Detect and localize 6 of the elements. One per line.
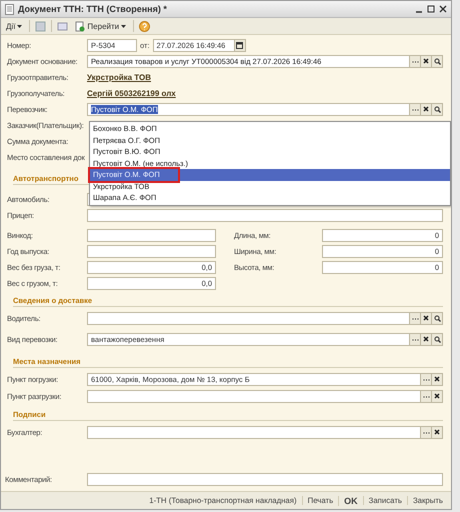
goto-menu[interactable]: Перейти: [73, 20, 128, 32]
party-link[interactable]: Укрстройка ТОВ: [87, 72, 151, 82]
window-title: Документ ТТН: ТТН (Створення) *: [18, 4, 168, 14]
party-link[interactable]: Сергій 0503262199 олх: [87, 88, 176, 98]
actions-menu[interactable]: Дії: [4, 22, 24, 30]
footer-button[interactable]: OK: [338, 496, 363, 506]
